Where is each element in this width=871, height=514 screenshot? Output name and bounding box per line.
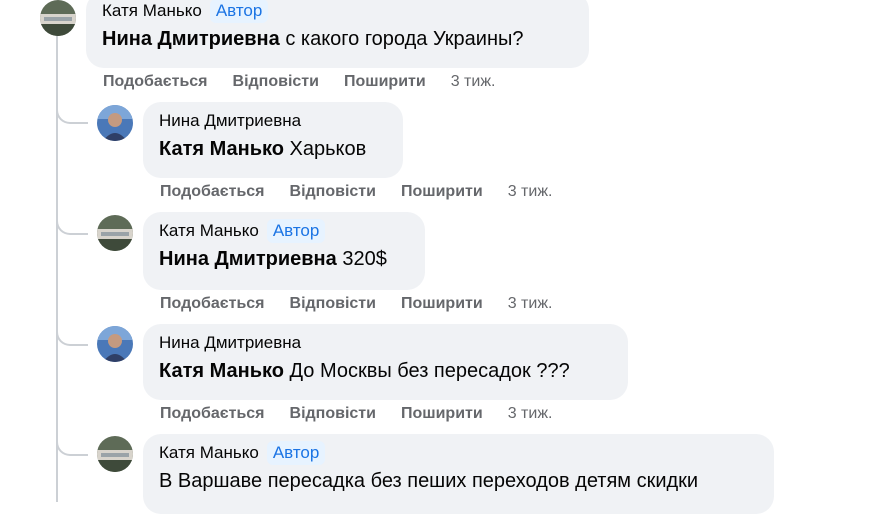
thread-connector	[56, 104, 88, 124]
author-badge: Автор	[266, 441, 326, 465]
thread-connector	[56, 215, 88, 235]
comment-author[interactable]: Нина Дмитриевна	[159, 333, 301, 353]
timestamp-link[interactable]: 3 тиж.	[508, 295, 553, 313]
share-button[interactable]: Поширити	[401, 405, 483, 423]
like-button[interactable]: Подобається	[160, 405, 265, 423]
timestamp-link[interactable]: 3 тиж.	[508, 183, 553, 201]
comment-actions: Подобається Відповісти Поширити 3 тиж.	[103, 73, 495, 91]
thread-connector	[56, 436, 88, 456]
mention-link[interactable]: Катя Манько	[159, 138, 284, 160]
thread-connector	[56, 326, 88, 346]
comment-bubble: Катя Манько Автор Нина Дмитриевна с како…	[86, 0, 589, 68]
comment-actions: Подобається Відповісти Поширити 3 тиж.	[160, 183, 552, 201]
comment-author[interactable]: Катя Манько	[159, 443, 259, 463]
author-badge: Автор	[209, 0, 269, 23]
comment-author[interactable]: Катя Манько	[159, 221, 259, 241]
comment-text: с какого города Украины?	[285, 28, 524, 50]
comment-author[interactable]: Катя Манько	[102, 1, 202, 21]
comment-author[interactable]: Нина Дмитриевна	[159, 111, 301, 131]
comment-text: 320$	[342, 248, 387, 270]
reply-button[interactable]: Відповісти	[233, 73, 319, 91]
author-badge: Автор	[266, 219, 326, 243]
comment-bubble: Катя Манько Автор В Варшаве пересадка бе…	[143, 434, 774, 514]
comment-actions: Подобається Відповісти Поширити 3 тиж.	[160, 295, 552, 313]
mention-link[interactable]: Нина Дмитриевна	[159, 248, 337, 270]
avatar-katya[interactable]	[97, 436, 133, 472]
timestamp-link[interactable]: 3 тиж.	[508, 405, 553, 423]
mention-link[interactable]: Катя Манько	[159, 360, 284, 382]
comment-text: В Варшаве пересадка без пеших переходов …	[159, 470, 699, 492]
mention-link[interactable]: Нина Дмитриевна	[102, 28, 280, 50]
share-button[interactable]: Поширити	[344, 73, 426, 91]
comment-text: Харьков	[289, 138, 367, 160]
comment-bubble: Нина Дмитриевна Катя Манько До Москвы бе…	[143, 324, 628, 400]
reply-button[interactable]: Відповісти	[290, 183, 376, 201]
comment-actions: Подобається Відповісти Поширити 3 тиж.	[160, 405, 552, 423]
avatar-katya[interactable]	[40, 0, 76, 36]
comment-text: До Москвы без пересадок ???	[289, 360, 570, 382]
avatar-nina[interactable]	[97, 326, 133, 362]
like-button[interactable]: Подобається	[160, 295, 265, 313]
like-button[interactable]: Подобається	[160, 183, 265, 201]
share-button[interactable]: Поширити	[401, 183, 483, 201]
comment-bubble: Нина Дмитриевна Катя Манько Харьков	[143, 102, 403, 178]
reply-button[interactable]: Відповісти	[290, 405, 376, 423]
timestamp-link[interactable]: 3 тиж.	[451, 73, 496, 91]
like-button[interactable]: Подобається	[103, 73, 208, 91]
avatar-katya[interactable]	[97, 215, 133, 251]
comment-bubble: Катя Манько Автор Нина Дмитриевна 320$	[143, 212, 425, 290]
share-button[interactable]: Поширити	[401, 295, 483, 313]
avatar-nina[interactable]	[97, 105, 133, 141]
reply-button[interactable]: Відповісти	[290, 295, 376, 313]
